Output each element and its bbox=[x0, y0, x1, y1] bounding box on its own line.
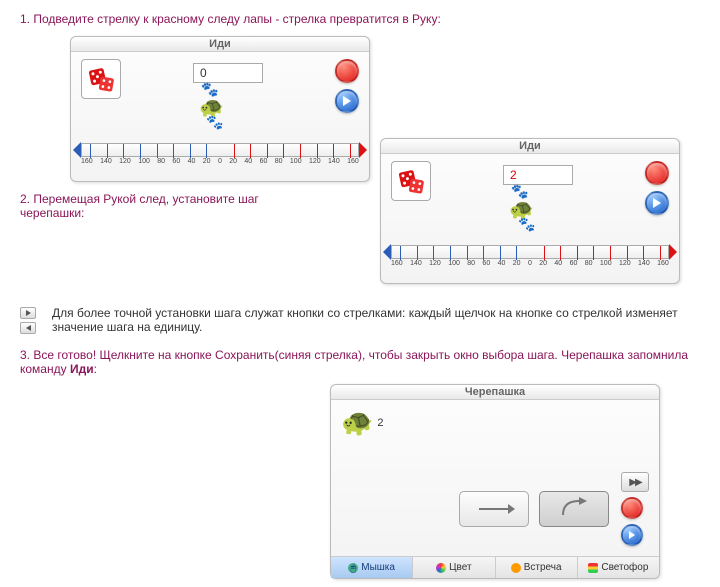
dice-button[interactable] bbox=[81, 59, 121, 99]
go-panel-zero: Иди bbox=[70, 36, 370, 182]
paw-red-icon[interactable]: 🐾 bbox=[518, 216, 535, 233]
ruler-arrow-left-icon bbox=[73, 142, 81, 158]
mouse-icon: 🖱 bbox=[348, 563, 358, 573]
command-go-button[interactable] bbox=[459, 491, 529, 527]
ruler-arrow-right-icon bbox=[359, 142, 367, 158]
cancel-button[interactable] bbox=[335, 59, 359, 83]
turtle-large-icon: 🐢 bbox=[341, 407, 373, 438]
ruler-labels: 1601401201008060402002040608010012014016… bbox=[81, 158, 359, 165]
step-increase-button[interactable] bbox=[20, 307, 36, 319]
cancel-button[interactable] bbox=[645, 161, 669, 185]
dice-icon bbox=[396, 166, 426, 196]
step-1-text: 1. Подведите стрелку к красному следу ла… bbox=[20, 12, 700, 26]
meet-icon bbox=[511, 563, 521, 573]
step-ruler[interactable]: 1601401201008060402002040608010012014016… bbox=[81, 143, 359, 171]
save-button[interactable] bbox=[645, 191, 669, 215]
dice-icon bbox=[86, 64, 116, 94]
arrow-right-icon bbox=[629, 531, 635, 539]
fast-forward-button[interactable]: ▶▶ bbox=[621, 472, 649, 492]
arrow-long-right-icon bbox=[479, 508, 509, 510]
chevron-left-icon bbox=[26, 325, 31, 331]
cancel-button[interactable] bbox=[621, 497, 643, 519]
note-text: Для более точной установки шага служат к… bbox=[52, 306, 700, 334]
ruler-arrow-left-icon bbox=[383, 244, 391, 260]
ruler-arrow-right-icon bbox=[669, 244, 677, 260]
save-button[interactable] bbox=[335, 89, 359, 113]
dice-button[interactable] bbox=[391, 161, 431, 201]
curve-arrow-icon bbox=[559, 497, 589, 522]
step-value-field[interactable]: 2 bbox=[503, 165, 573, 185]
color-icon bbox=[436, 563, 446, 573]
chevron-right-icon bbox=[26, 310, 31, 316]
step-value-field[interactable]: 0 bbox=[193, 63, 263, 83]
save-button[interactable] bbox=[621, 524, 643, 546]
tab-color[interactable]: Цвет bbox=[413, 557, 495, 578]
command-turn-button[interactable] bbox=[539, 491, 609, 527]
learned-value: 2 bbox=[377, 417, 383, 429]
paw-red-icon[interactable]: 🐾 bbox=[206, 114, 223, 131]
step-ruler[interactable]: 1601401201008060402002040608010012014016… bbox=[391, 245, 669, 273]
tab-mouse[interactable]: 🖱 Мышка bbox=[331, 557, 413, 578]
turtle-panel: Черепашка 🐢 2 ▶▶ bbox=[330, 384, 660, 579]
fast-forward-icon: ▶▶ bbox=[629, 477, 640, 488]
arrow-right-icon bbox=[653, 198, 661, 208]
go-panel-two: Иди 2 🐾 🐢 🐾 bbox=[380, 138, 680, 284]
traffic-icon bbox=[588, 563, 598, 573]
ruler-labels: 1601401201008060402002040608010012014016… bbox=[391, 260, 669, 267]
step-arrows-group bbox=[20, 307, 36, 334]
tab-traffic[interactable]: Светофор bbox=[578, 557, 659, 578]
step-decrease-button[interactable] bbox=[20, 322, 36, 334]
turtle-tabs: 🖱 Мышка Цвет Встреча Светофор bbox=[331, 556, 659, 578]
arrow-right-icon bbox=[343, 96, 351, 106]
step-3-text: 3. Все готово! Щелкните на кнопке Сохран… bbox=[20, 348, 700, 376]
step-2-text: 2. Перемещая Рукой след, установите шаг … bbox=[20, 192, 320, 220]
tab-meet[interactable]: Встреча bbox=[496, 557, 578, 578]
